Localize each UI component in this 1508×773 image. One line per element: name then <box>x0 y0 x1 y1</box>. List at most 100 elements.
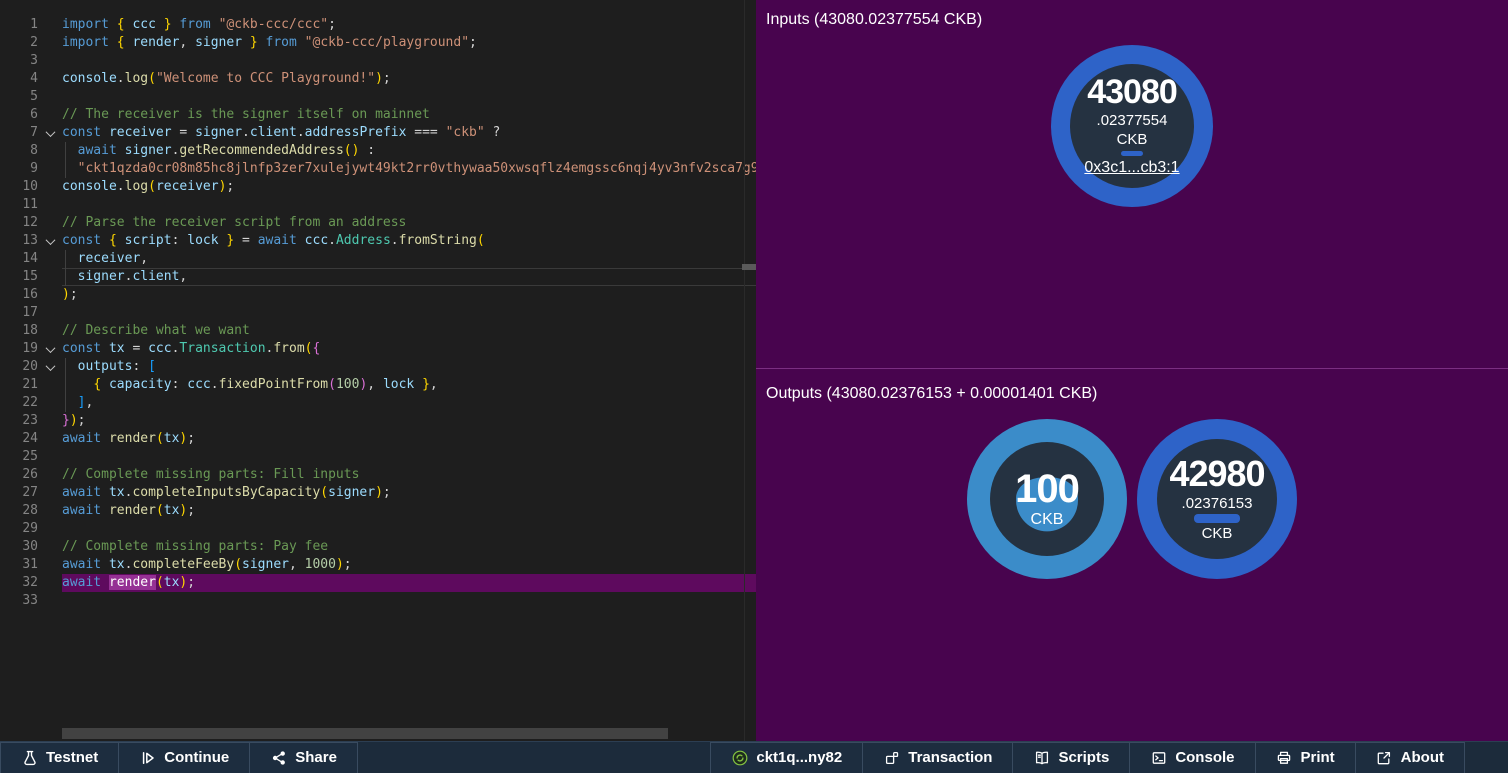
gutter-fold-column <box>38 214 62 232</box>
input-cell[interactable]: 43080.02377554CKB0x3c1...cb3:1 <box>1051 45 1213 207</box>
code-line[interactable]: 7const receiver = signer.client.addressP… <box>0 124 756 142</box>
line-number: 29 <box>0 520 38 538</box>
code-text <box>62 304 756 322</box>
code-line[interactable]: 15 signer.client, <box>0 268 756 286</box>
code-editor[interactable]: 1import { ccc } from "@ckb-ccc/ccc";2imp… <box>0 0 756 741</box>
code-line[interactable]: 30// Complete missing parts: Pay fee <box>0 538 756 556</box>
code-line[interactable]: 18// Describe what we want <box>0 322 756 340</box>
code-token: completeInputsByCapacity <box>132 485 320 500</box>
code-line[interactable]: 13const { script: lock } = await ccc.Add… <box>0 232 756 250</box>
code-line[interactable]: 27await tx.completeInputsByCapacity(sign… <box>0 484 756 502</box>
code-text: // Complete missing parts: Fill inputs <box>62 466 756 484</box>
code-line[interactable]: 9 "ckt1qzda0cr08m85hc8jlnfp3zer7xulejywt… <box>0 160 756 178</box>
code-line[interactable]: 28await render(tx); <box>0 502 756 520</box>
code-line[interactable]: 31await tx.completeFeeBy(signer, 1000); <box>0 556 756 574</box>
gutter-fold-column <box>38 160 62 178</box>
share-icon <box>270 749 287 766</box>
cell-capacity-disc: 42980.02376153CKB <box>1157 439 1277 559</box>
toolbar-button-share[interactable]: Share <box>249 742 358 773</box>
code-token <box>101 485 109 500</box>
toolbar-button-testnet[interactable]: Testnet <box>0 742 119 773</box>
code-line[interactable]: 1import { ccc } from "@ckb-ccc/ccc"; <box>0 16 756 34</box>
code-line[interactable]: 23}); <box>0 412 756 430</box>
toolbar-button-ckt1q-ny82[interactable]: ckt1q...ny82 <box>710 742 863 773</box>
code-line[interactable]: 26// Complete missing parts: Fill inputs <box>0 466 756 484</box>
code-token: tx <box>164 503 180 518</box>
code-text <box>62 592 756 610</box>
line-number: 33 <box>0 592 38 610</box>
code-line[interactable]: 22 ], <box>0 394 756 412</box>
code-line[interactable]: 32await render(tx); <box>0 574 756 592</box>
code-token: ( <box>156 575 164 590</box>
toolbar-button-transaction[interactable]: Transaction <box>862 742 1013 773</box>
code-token: signer <box>195 35 242 50</box>
code-line[interactable]: 20 outputs: [ <box>0 358 756 376</box>
line-number: 2 <box>0 34 38 52</box>
code-text: receiver, <box>62 250 756 268</box>
code-token: ( <box>148 71 156 86</box>
code-token: signer <box>78 269 125 284</box>
line-number: 31 <box>0 556 38 574</box>
code-line[interactable]: 21 { capacity: ccc.fixedPointFrom(100), … <box>0 376 756 394</box>
fold-chevron-icon[interactable] <box>45 361 55 371</box>
code-token: : <box>359 143 375 158</box>
code-token <box>101 431 109 446</box>
code-line[interactable]: 11 <box>0 196 756 214</box>
code-line[interactable]: 33 <box>0 592 756 610</box>
code-token: from <box>179 17 210 32</box>
code-text: console.log(receiver); <box>62 178 756 196</box>
indent-guide <box>65 358 66 412</box>
code-line[interactable]: 5 <box>0 88 756 106</box>
code-line[interactable]: 8 await signer.getRecommendedAddress() : <box>0 142 756 160</box>
line-number: 22 <box>0 394 38 412</box>
code-token: . <box>391 233 399 248</box>
code-line[interactable]: 4console.log("Welcome to CCC Playground!… <box>0 70 756 88</box>
code-line[interactable]: 24await render(tx); <box>0 430 756 448</box>
code-token: ) <box>70 413 78 428</box>
gutter-fold-column <box>38 106 62 124</box>
code-line[interactable]: 29 <box>0 520 756 538</box>
fold-chevron-icon[interactable] <box>45 235 55 245</box>
occupied-capacity-blob <box>1121 151 1143 156</box>
code-token <box>109 35 117 50</box>
code-line[interactable]: 12// Parse the receiver script from an a… <box>0 214 756 232</box>
wallet-identicon <box>731 749 748 766</box>
code-line[interactable]: 25 <box>0 448 756 466</box>
code-line[interactable]: 16); <box>0 286 756 304</box>
code-line[interactable]: 19const tx = ccc.Transaction.from({ <box>0 340 756 358</box>
horizontal-scrollbar-thumb[interactable] <box>62 728 668 739</box>
line-number: 17 <box>0 304 38 322</box>
fold-chevron-icon[interactable] <box>45 343 55 353</box>
output-cell[interactable]: 100CKB <box>967 419 1127 579</box>
line-number: 1 <box>0 16 38 34</box>
code-token <box>101 503 109 518</box>
code-token: getRecommendedAddress <box>179 143 343 158</box>
toolbar-button-scripts[interactable]: Scripts <box>1012 742 1130 773</box>
code-token <box>258 35 266 50</box>
executing-word-highlight: render <box>109 575 156 590</box>
toolbar-button-continue[interactable]: Continue <box>118 742 250 773</box>
gutter-fold-column <box>38 538 62 556</box>
code-token: ( <box>148 179 156 194</box>
toolbar-button-print[interactable]: Print <box>1255 742 1356 773</box>
code-line[interactable]: 10 console.log(receiver); <box>0 178 756 196</box>
code-line[interactable]: 3 <box>0 52 756 70</box>
code-token <box>156 17 164 32</box>
outpoint-link[interactable]: 0x3c1...cb3:1 <box>1084 159 1179 177</box>
code-token: ( <box>234 557 242 572</box>
outputs-title: Outputs (43080.02376153 + 0.00001401 CKB… <box>756 374 1508 403</box>
fold-chevron-icon[interactable] <box>45 127 55 137</box>
code-line[interactable]: 6// The receiver is the signer itself on… <box>0 106 756 124</box>
toolbar-button-label: Scripts <box>1058 749 1109 766</box>
code-line[interactable]: 2import { render, signer } from "@ckb-cc… <box>0 34 756 52</box>
output-cell[interactable]: 42980.02376153CKB <box>1137 419 1297 579</box>
cell-unit: CKB <box>1031 511 1064 529</box>
toolbar-button-about[interactable]: About <box>1355 742 1465 773</box>
gutter-fold-column <box>38 232 62 250</box>
code-line[interactable]: 14 receiver, <box>0 250 756 268</box>
line-number: 10 <box>0 178 38 196</box>
cell-amount: 43080 <box>1087 75 1177 110</box>
code-text: // The receiver is the signer itself on … <box>62 106 756 124</box>
code-line[interactable]: 17 <box>0 304 756 322</box>
toolbar-button-console[interactable]: Console <box>1129 742 1255 773</box>
